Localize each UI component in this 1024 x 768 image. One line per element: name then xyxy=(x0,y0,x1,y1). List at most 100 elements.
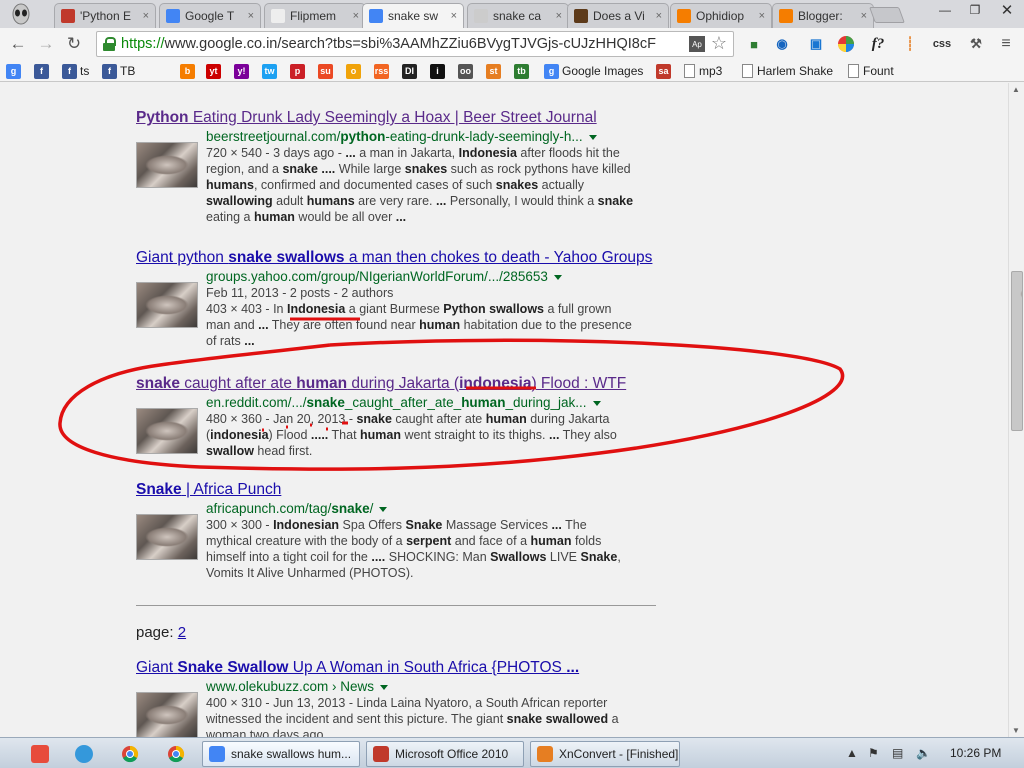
result-thumbnail-image[interactable] xyxy=(136,692,198,737)
bookmark-0[interactable]: g xyxy=(6,62,24,80)
result-body: africapunch.com/tag/snake/300 × 300 - In… xyxy=(136,500,666,581)
new-tab-button[interactable] xyxy=(869,7,905,23)
menu-icon[interactable]: ≡ xyxy=(996,34,1016,54)
tab-7[interactable]: Blogger: × xyxy=(772,3,874,28)
taskbar-chrome-2-icon[interactable] xyxy=(162,742,190,766)
tray-network-icon[interactable]: ▤ xyxy=(892,746,903,760)
tray-volume-icon[interactable]: 🔈 xyxy=(916,746,931,760)
result-thumbnail-image[interactable] xyxy=(136,142,198,188)
bookmark-7[interactable]: tw xyxy=(262,62,280,80)
tab-2[interactable]: Flipmem × xyxy=(264,3,366,28)
bookmark-5[interactable]: yt xyxy=(206,62,224,80)
restore-icon[interactable]: ❐ xyxy=(960,0,990,20)
tab-5[interactable]: Does a Vi × xyxy=(567,3,669,28)
tab-6[interactable]: Ophidiop × xyxy=(670,3,772,28)
tab-close-icon[interactable]: × xyxy=(556,10,562,22)
extension-font-icon[interactable]: f? xyxy=(868,34,888,54)
search-result: Python Eating Drunk Lady Seemingly a Hoa… xyxy=(136,108,666,225)
scroll-up-icon[interactable]: ▲ xyxy=(1012,85,1020,94)
extension-tools-icon[interactable]: ⚒ xyxy=(966,34,986,54)
extension-alexa-icon[interactable]: ◉ xyxy=(772,34,792,54)
bookmark-16[interactable]: tb xyxy=(514,62,532,80)
extension-checker-icon[interactable]: ▣ xyxy=(806,34,826,54)
tab-title: Ophidiop xyxy=(696,9,745,23)
bookmark-12[interactable]: DI xyxy=(402,62,420,80)
tab-close-icon[interactable]: × xyxy=(656,10,662,22)
bookmark-3[interactable]: f TB xyxy=(102,62,135,80)
extension-evernote-icon[interactable]: ■ xyxy=(744,34,764,54)
forward-icon[interactable]: → xyxy=(34,32,58,56)
bookmark-1[interactable]: f xyxy=(34,62,52,80)
page-action-icon[interactable]: Ap xyxy=(689,36,705,52)
minimize-icon[interactable]: — xyxy=(930,0,960,20)
url-dropdown-icon[interactable] xyxy=(380,684,389,690)
result-snippet-line: eating a human would be all over ... xyxy=(206,209,666,225)
tab-close-icon[interactable]: × xyxy=(353,10,359,22)
bookmark-9[interactable]: su xyxy=(318,62,336,80)
address-bar[interactable]: https://www.google.co.in/search?tbs=sbi%… xyxy=(96,31,734,57)
taskbar-task-1[interactable]: Microsoft Office 2010 xyxy=(366,741,524,767)
bookmark-13[interactable]: i xyxy=(430,62,448,80)
extension-colorpicker-icon[interactable] xyxy=(836,34,856,54)
tray-flag-icon[interactable]: ⚑ xyxy=(868,746,879,760)
url-dropdown-icon[interactable] xyxy=(379,506,388,512)
url-dropdown-icon[interactable] xyxy=(588,134,597,140)
tab-4[interactable]: snake ca × xyxy=(467,3,569,28)
text-segment: folds xyxy=(571,534,602,548)
result-snippet-line: witnessed the incident and sent this pic… xyxy=(206,711,666,727)
extension-css-icon[interactable]: css xyxy=(932,34,952,54)
tab-1[interactable]: Google T × xyxy=(159,3,261,28)
bookmark-19[interactable]: mp3 xyxy=(684,62,722,80)
scroll-down-icon[interactable]: ▼ xyxy=(1012,726,1020,735)
tab-3[interactable]: snake sw × xyxy=(362,3,464,28)
taskbar-task-2[interactable]: XnConvert - [Finished] xyxy=(530,741,680,767)
bookmark-10[interactable]: o xyxy=(346,62,364,80)
tab-0[interactable]: 'Python E × xyxy=(54,3,156,28)
taskbar-task-0[interactable]: snake swallows hum... xyxy=(202,741,360,767)
result-thumbnail-image[interactable] xyxy=(136,408,198,454)
result-thumbnail-image[interactable] xyxy=(136,514,198,560)
tab-close-icon[interactable]: × xyxy=(451,10,457,22)
reload-icon[interactable]: ↻ xyxy=(62,32,86,56)
tab-close-icon[interactable]: × xyxy=(861,10,867,22)
bookmark-18[interactable]: sa xyxy=(656,62,674,80)
profile-avatar-icon[interactable] xyxy=(8,2,34,26)
result-title-link[interactable]: Python Eating Drunk Lady Seemingly a Hoa… xyxy=(136,108,666,127)
vertical-scrollbar[interactable]: ▲ ▼ xyxy=(1008,83,1024,737)
extension-ruler-icon[interactable]: ┊ xyxy=(900,34,920,54)
tray-expand-icon[interactable]: ▲ xyxy=(846,746,858,760)
taskbar-clock[interactable]: 10:26 PM xyxy=(950,746,1001,760)
tab-close-icon[interactable]: × xyxy=(248,10,254,22)
result-title-link[interactable]: Snake | Africa Punch xyxy=(136,480,666,499)
close-window-icon[interactable]: ✕ xyxy=(992,0,1022,20)
taskbar-app-icon[interactable] xyxy=(26,742,54,766)
bookmark-star-icon[interactable]: ☆ xyxy=(711,33,727,54)
bookmark-14[interactable]: oo xyxy=(458,62,476,80)
bookmark-15[interactable]: st xyxy=(486,62,504,80)
bookmark-6[interactable]: y! xyxy=(234,62,252,80)
page-2-link[interactable]: 2 xyxy=(178,624,186,641)
result-title-link[interactable]: Giant python snake swallows a man then c… xyxy=(136,248,666,267)
tab-close-icon[interactable]: × xyxy=(143,10,149,22)
result-thumbnail-image[interactable] xyxy=(136,282,198,328)
bookmark-17[interactable]: g Google Images xyxy=(544,62,643,80)
tab-close-icon[interactable]: × xyxy=(759,10,765,22)
text-segment: Vomits It Alive Unharmed (PHOTOS). xyxy=(206,566,414,580)
result-title-link[interactable]: snake caught after ate human during Jaka… xyxy=(136,374,666,393)
bookmark-20[interactable]: Harlem Shake xyxy=(742,62,833,80)
back-icon[interactable]: ← xyxy=(6,32,30,56)
scrollbar-thumb[interactable] xyxy=(1011,271,1023,431)
highlight-term: indonesia xyxy=(210,428,269,442)
result-title-link[interactable]: Giant Snake Swallow Up A Woman in South … xyxy=(136,658,666,677)
taskbar-chrome-icon[interactable] xyxy=(116,742,144,766)
bookmark-11[interactable]: rss xyxy=(374,62,392,80)
bookmark-2[interactable]: f ts xyxy=(62,62,89,80)
bookmark-tb-icon: tb xyxy=(514,63,529,79)
url-dropdown-icon[interactable] xyxy=(553,274,562,280)
taskbar-explorer-icon[interactable] xyxy=(70,742,98,766)
bookmark-8[interactable]: p xyxy=(290,62,308,80)
bookmark-4[interactable]: b xyxy=(180,62,198,80)
bookmark-21[interactable]: Fount xyxy=(848,62,894,80)
highlight-term: snake xyxy=(282,162,318,176)
url-dropdown-icon[interactable] xyxy=(592,400,601,406)
